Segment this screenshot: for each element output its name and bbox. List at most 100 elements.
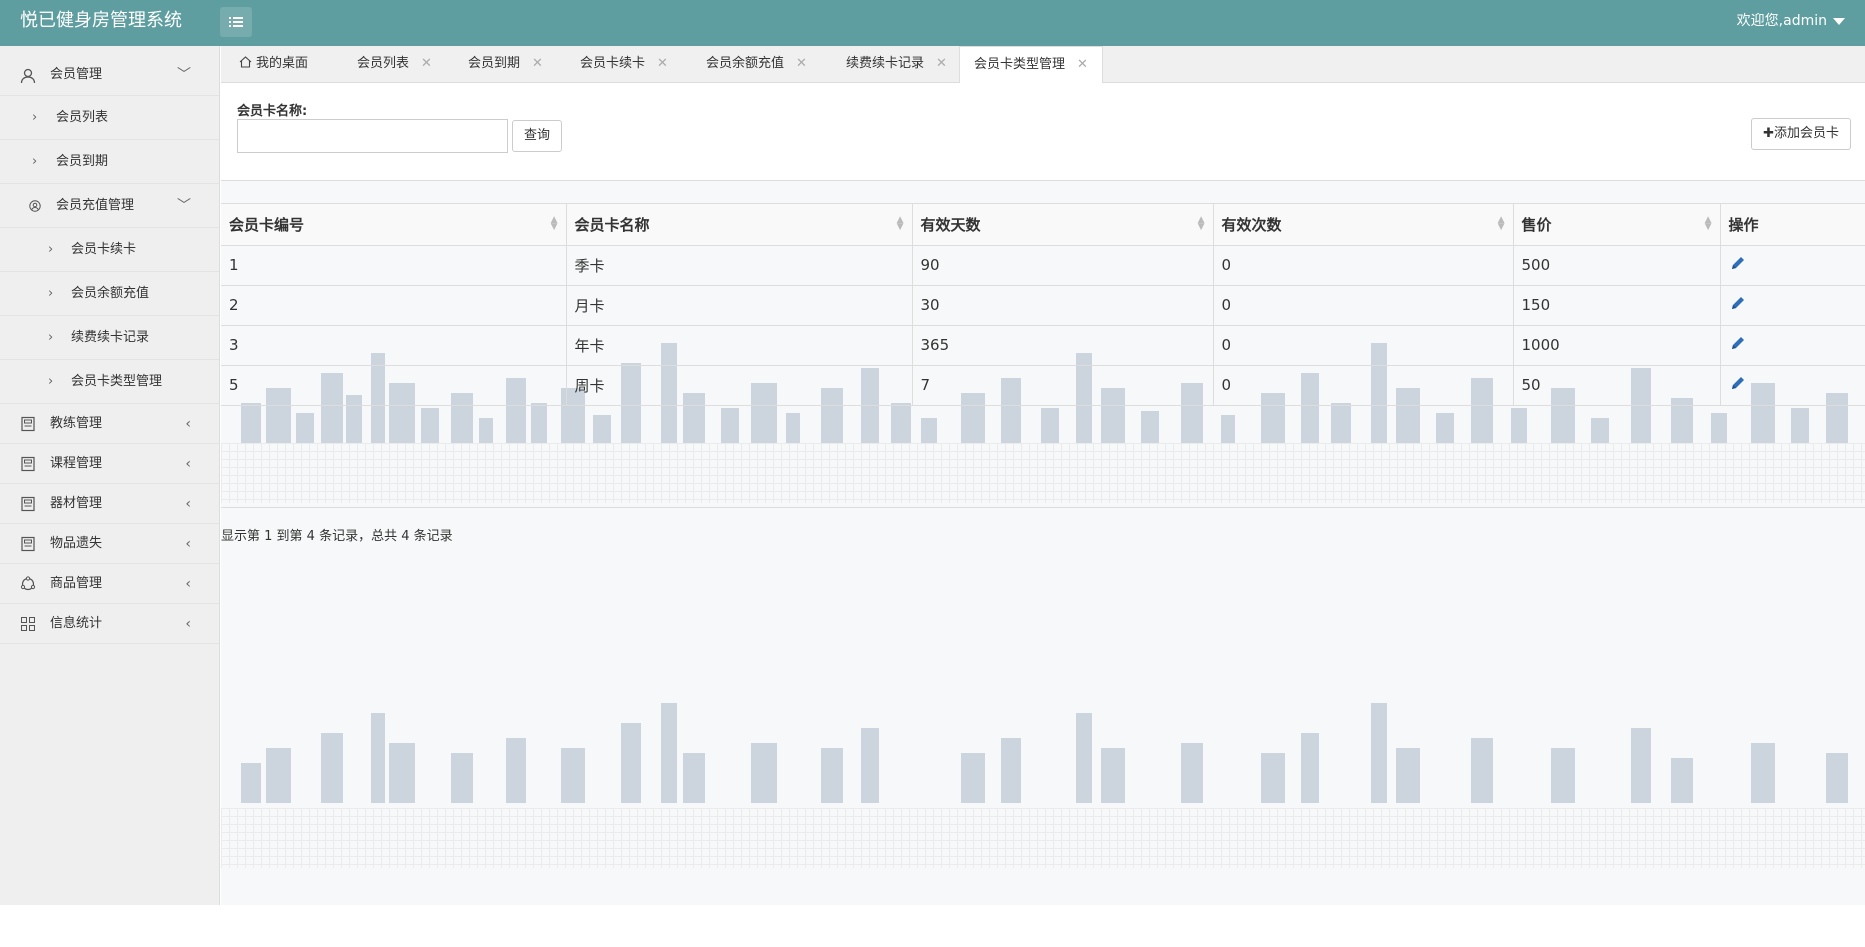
document-icon [21, 496, 35, 512]
tab-desktop[interactable]: 我的桌面 [225, 46, 322, 83]
sidebar-item-member-expiry[interactable]: › 会员到期 [0, 140, 219, 184]
table-cell: 150 [1513, 285, 1721, 326]
sidebar-item-card-renewal[interactable]: › 会员卡续卡 [0, 228, 219, 272]
table-cell: 0 [1213, 365, 1514, 406]
card-name-input[interactable] [237, 119, 508, 153]
sidebar-item-card-type-management[interactable]: › 会员卡类型管理 [0, 360, 219, 404]
sidebar-item-lost-items[interactable]: 物品遗失 ‹ [0, 524, 219, 564]
tab-bar: 我的桌面 会员列表 ✕ 会员到期 ✕ 会员卡续卡 ✕ 会员余额充值 ✕ 续费续卡记录 ✕ … [221, 46, 1865, 84]
tab-balance-recharge[interactable]: 会员余额充值 ✕ [692, 46, 821, 83]
add-card-button[interactable]: ✚添加会员卡 [1751, 118, 1851, 150]
edit-icon[interactable] [1729, 374, 1747, 392]
table-cell: 365 [912, 325, 1214, 366]
home-icon [239, 56, 252, 68]
table-cell: 3 [221, 325, 567, 366]
edit-icon[interactable] [1729, 334, 1747, 352]
column-header: 操作 [1720, 204, 1865, 246]
chevron-right-icon: › [48, 330, 54, 345]
user-icon [20, 68, 36, 84]
sort-icon: ▲ ▼ [1497, 215, 1505, 232]
sidebar-item-label: 会员余额充值 [71, 286, 150, 301]
caret-down-icon [1833, 17, 1845, 25]
chevron-left-icon: ‹ [185, 536, 191, 552]
sidebar-item-label: 会员列表 [56, 110, 109, 125]
edit-icon[interactable] [1729, 294, 1747, 312]
sidebar-item-label: 会员到期 [56, 154, 109, 169]
chevron-left-icon: ‹ [185, 576, 191, 592]
tab-member-list[interactable]: 会员列表 ✕ [343, 46, 446, 83]
search-panel: 会员卡名称: 查询 ✚添加会员卡 [221, 83, 1865, 181]
table-cell [1720, 245, 1865, 286]
tab-label: 会员卡类型管理 [974, 57, 1066, 72]
pagination-summary: 显示第 1 到第 4 条记录，总共 4 条记录 [221, 529, 453, 544]
sidebar-item-member-list[interactable]: › 会员列表 [0, 96, 219, 140]
tab-member-expiry[interactable]: 会员到期 ✕ [454, 46, 557, 83]
column-header[interactable]: 会员卡编号 ▲ ▼ [221, 204, 567, 246]
sidebar-item-statistics[interactable]: 信息统计 ‹ [0, 604, 219, 644]
close-icon[interactable]: ✕ [936, 56, 947, 71]
document-icon [21, 456, 35, 472]
query-button[interactable]: 查询 [512, 120, 563, 152]
cycle-icon [20, 576, 36, 591]
close-icon[interactable]: ✕ [1077, 57, 1088, 72]
tab-card-type-management[interactable]: 会员卡类型管理 ✕ [959, 46, 1103, 84]
table-cell: 90 [912, 245, 1214, 286]
table-cell: 0 [1213, 325, 1514, 366]
close-icon[interactable]: ✕ [532, 56, 543, 71]
sort-icon: ▲ ▼ [1704, 215, 1712, 232]
sidebar-item-course-management[interactable]: 课程管理 ‹ [0, 444, 219, 484]
sidebar-item-coach-management[interactable]: 教练管理 ‹ [0, 404, 219, 444]
table-cell: 0 [1213, 285, 1514, 326]
table-row: 1 季卡 90 0 500 [221, 245, 1865, 286]
sidebar-item-equipment-management[interactable]: 器材管理 ‹ [0, 484, 219, 524]
cityscape-background [241, 703, 1848, 803]
chevron-right-icon: › [32, 154, 38, 169]
table-cell: 周卡 [566, 365, 913, 406]
app-title: 悦已健身房管理系统 [20, 10, 182, 31]
column-header[interactable]: 会员卡名称 ▲ ▼ [566, 204, 913, 246]
sidebar-item-label: 会员卡续卡 [71, 242, 137, 257]
tab-renewal-records[interactable]: 续费续卡记录 ✕ [832, 46, 961, 83]
table-cell: 年卡 [566, 325, 913, 366]
sidebar-item-label: 商品管理 [50, 576, 103, 591]
top-header: 悦已健身房管理系统 欢迎您,admin [0, 0, 1865, 46]
close-icon[interactable]: ✕ [657, 56, 668, 71]
sidebar-item-label: 会员充值管理 [56, 198, 135, 213]
edit-icon[interactable] [1729, 254, 1747, 272]
sidebar-item-label: 会员管理 [50, 67, 103, 82]
table-cell [1720, 285, 1865, 326]
column-header[interactable]: 售价 ▲ ▼ [1513, 204, 1721, 246]
close-icon[interactable]: ✕ [796, 56, 807, 71]
sort-icon: ▲ ▼ [550, 215, 558, 232]
tab-card-renewal[interactable]: 会员卡续卡 ✕ [566, 46, 682, 83]
table-cell [1720, 325, 1865, 366]
sidebar-item-label: 会员卡类型管理 [71, 374, 163, 389]
sidebar-item-member-management[interactable]: 会员管理 ﹀ [0, 54, 219, 96]
tab-label: 会员到期 [468, 56, 521, 71]
column-header[interactable]: 有效天数 ▲ ▼ [912, 204, 1214, 246]
sidebar-item-recharge-management[interactable]: 会员充值管理 ﹀ [0, 184, 219, 228]
sidebar-item-label: 器材管理 [50, 496, 103, 511]
sidebar-item-balance-recharge[interactable]: › 会员余额充值 [0, 272, 219, 316]
table-row: 3 年卡 365 0 1000 [221, 325, 1865, 366]
sidebar-item-label: 教练管理 [50, 416, 103, 431]
table-cell: 月卡 [566, 285, 913, 326]
menu-toggle-button[interactable] [220, 7, 252, 37]
sidebar-item-label: 课程管理 [50, 456, 103, 471]
sidebar-item-product-management[interactable]: 商品管理 ‹ [0, 564, 219, 604]
sidebar-item-renewal-records[interactable]: › 续费续卡记录 [0, 316, 219, 360]
sidebar-item-label: 续费续卡记录 [71, 330, 150, 345]
chevron-right-icon: › [48, 374, 54, 389]
table-header-row: 会员卡编号 ▲ ▼ 会员卡名称 ▲ ▼ 有效天数 ▲ ▼ 有效次数 ▲ ▼ 售价 ▲ ▼ 操作 [221, 204, 1865, 246]
user-menu[interactable]: 欢迎您,admin [1737, 0, 1845, 42]
column-header[interactable]: 有效次数 ▲ ▼ [1213, 204, 1514, 246]
chevron-down-icon: ﹀ [177, 198, 191, 214]
chevron-left-icon: ‹ [185, 496, 191, 512]
table-cell: 1 [221, 245, 567, 286]
tab-label: 会员余额充值 [706, 56, 785, 71]
user-circle-icon [29, 200, 41, 212]
tab-label: 会员列表 [357, 56, 410, 71]
close-icon[interactable]: ✕ [421, 56, 432, 71]
sidebar: 会员管理 ﹀ › 会员列表 › 会员到期 会员充值管理 ﹀ › 会员卡续卡 › … [0, 46, 220, 905]
document-icon [21, 416, 35, 432]
